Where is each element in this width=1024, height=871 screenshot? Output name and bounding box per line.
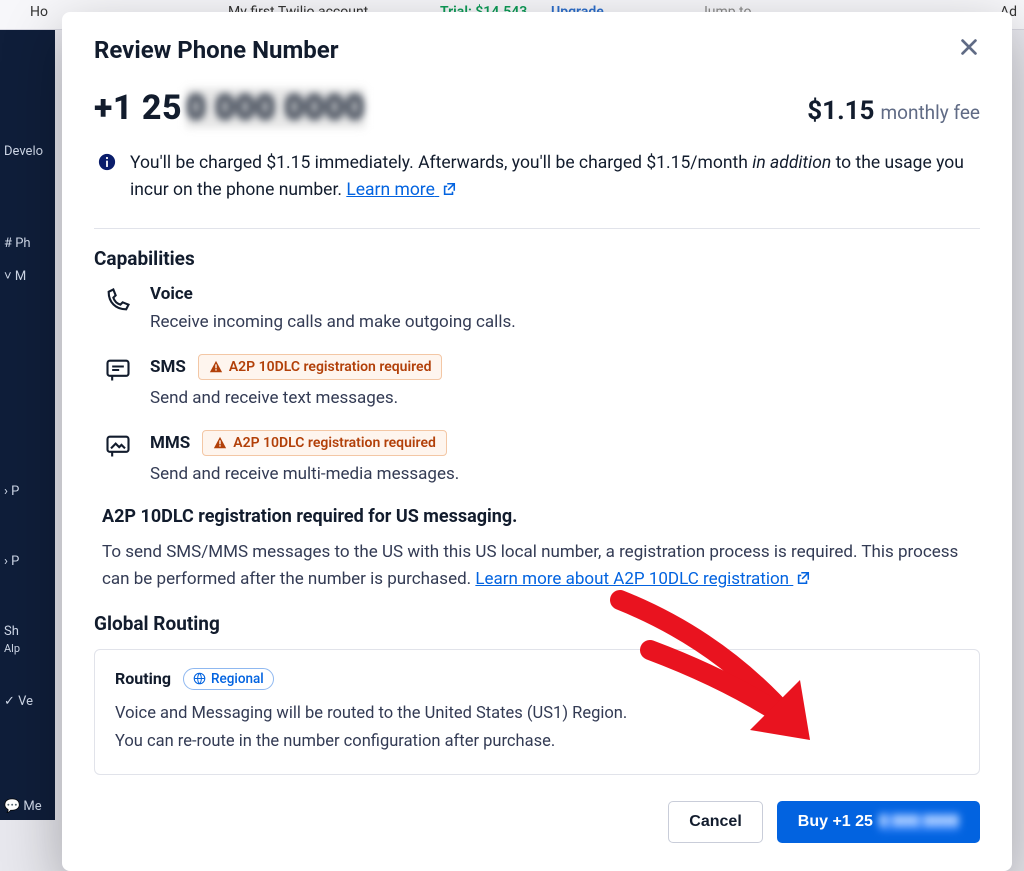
bg-home: Ho <box>30 4 48 20</box>
close-icon <box>958 36 980 58</box>
info-icon <box>98 153 118 180</box>
warning-icon <box>209 360 223 374</box>
sms-title: SMS <box>150 357 186 377</box>
external-link-icon <box>796 571 810 585</box>
warning-icon <box>213 436 227 450</box>
learn-more-link[interactable]: Learn more <box>346 180 456 200</box>
routing-box: Routing Regional Voice and Messaging wil… <box>94 649 980 775</box>
price-label: monthly fee <box>880 101 980 124</box>
phone-number: +1 25 0 000 0000 <box>94 88 365 128</box>
sms-warning-badge: A2P 10DLC registration required <box>198 354 443 380</box>
globe-icon <box>193 672 206 685</box>
buy-obscured: 0 000 0000 <box>879 813 959 831</box>
close-button[interactable] <box>958 36 980 62</box>
buy-button[interactable]: Buy +1 25 0 000 0000 <box>777 801 980 843</box>
capability-voice: Voice Receive incoming calls and make ou… <box>104 284 980 332</box>
voice-title: Voice <box>150 284 193 304</box>
regional-badge: Regional <box>183 668 274 690</box>
phone-obscured: 0 000 0000 <box>186 88 365 128</box>
voice-desc: Receive incoming calls and make outgoing… <box>150 312 980 332</box>
price-amount: $1.15 <box>807 96 874 126</box>
modal-title: Review Phone Number <box>94 36 339 64</box>
mms-title: MMS <box>150 433 190 453</box>
mms-icon <box>104 432 134 464</box>
price: $1.15 monthly fee <box>807 96 980 126</box>
a2p-learn-more-link[interactable]: Learn more about A2P 10DLC registration <box>475 569 810 589</box>
review-phone-modal: Review Phone Number +1 25 0 000 0000 $1.… <box>62 12 1012 871</box>
divider <box>94 228 980 229</box>
global-routing-heading: Global Routing <box>94 612 980 635</box>
cancel-button[interactable]: Cancel <box>668 801 762 843</box>
capability-mms: MMS A2P 10DLC registration required Send… <box>104 430 980 484</box>
routing-label: Routing <box>115 669 171 688</box>
phone-icon <box>104 286 134 318</box>
phone-prefix: +1 25 <box>94 88 182 128</box>
buy-prefix: Buy +1 25 <box>798 813 873 831</box>
a2p-body: To send SMS/MMS messages to the US with … <box>102 539 980 593</box>
mms-desc: Send and receive multi-media messages. <box>150 464 980 484</box>
capability-sms: SMS A2P 10DLC registration required Send… <box>104 354 980 408</box>
external-link-icon <box>442 182 456 196</box>
sms-desc: Send and receive text messages. <box>150 388 980 408</box>
a2p-heading: A2P 10DLC registration required for US m… <box>102 506 980 527</box>
sms-icon <box>104 356 134 388</box>
routing-line1: Voice and Messaging will be routed to th… <box>115 700 959 728</box>
routing-line2: You can re-route in the number configura… <box>115 728 959 756</box>
charge-info: You'll be charged $1.15 immediately. Aft… <box>94 150 980 204</box>
capabilities-heading: Capabilities <box>94 247 980 270</box>
mms-warning-badge: A2P 10DLC registration required <box>202 430 447 456</box>
